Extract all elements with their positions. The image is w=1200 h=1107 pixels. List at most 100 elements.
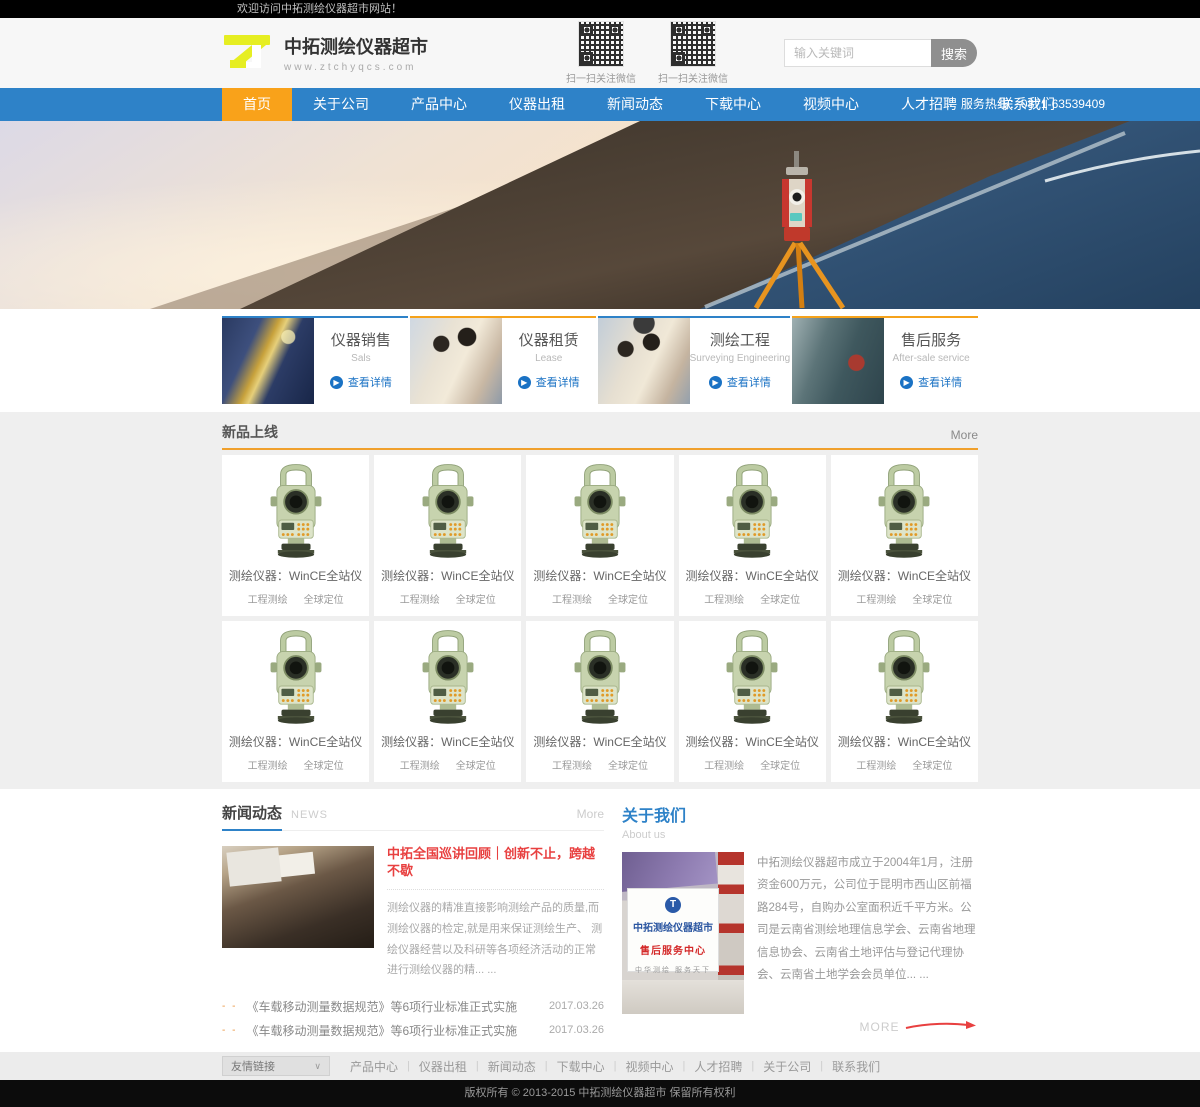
total-station-image	[708, 547, 796, 564]
product-card[interactable]: 测绘仪器：WinCE全站仪 工程测绘 全球定位	[222, 455, 369, 616]
product-title: 测绘仪器：WinCE全站仪	[222, 567, 369, 584]
news-list-item[interactable]: - - 《车载移动测量数据规范》等6项行业标准正式实施 2017.03.26	[222, 994, 604, 1018]
product-title: 测绘仪器：WinCE全站仪	[374, 567, 521, 584]
product-card[interactable]: 测绘仪器：WinCE全站仪 工程测绘 全球定位	[679, 621, 826, 782]
product-card[interactable]: 测绘仪器：WinCE全站仪 工程测绘 全球定位	[679, 455, 826, 616]
top-welcome-bar: 欢迎访问中拓测绘仪器超市网站！	[0, 0, 1200, 18]
link-separator: |	[407, 1060, 410, 1072]
search-input[interactable]	[784, 39, 932, 67]
total-station-image	[708, 713, 796, 730]
nav-item-5[interactable]: 新闻动态	[586, 88, 684, 121]
nav-item-6[interactable]: 下载中心	[684, 88, 782, 121]
featured-article[interactable]: 中拓全国巡讲回顾｜创新不止，跨越不歇 测绘仪器的精准直接影响测绘产品的质量,而测…	[222, 846, 604, 981]
service-photo	[222, 318, 314, 404]
link-separator: |	[820, 1060, 823, 1072]
link-separator: |	[614, 1060, 617, 1072]
product-tag: 全球定位	[456, 757, 496, 772]
footer-link-1[interactable]: 产品中心	[350, 1058, 398, 1075]
product-title: 测绘仪器：WinCE全站仪	[831, 567, 978, 584]
service-card[interactable]: 测绘工程 Surveying Engineering ▶ 查看详情	[598, 316, 791, 404]
product-title: 测绘仪器：WinCE全站仪	[526, 567, 673, 584]
qr-code-icon	[670, 21, 716, 67]
hero-banner-image	[0, 121, 1200, 309]
store-sign-line3: 中华测绘 服务天下	[628, 965, 718, 975]
product-card[interactable]: 测绘仪器：WinCE全站仪 工程测绘 全球定位	[374, 455, 521, 616]
product-title: 测绘仪器：WinCE全站仪	[374, 733, 521, 750]
qr-area: 扫一扫关注微信 扫一扫关注微信	[566, 21, 728, 85]
service-title: 仪器租赁	[502, 329, 596, 350]
news-list-item[interactable]: - - 《车载移动测量数据规范》等6项行业标准正式实施 2017.03.26	[222, 1018, 604, 1042]
footer-link-6[interactable]: 人才招聘	[694, 1058, 742, 1075]
nav-item-7[interactable]: 视频中心	[782, 88, 880, 121]
about-more-link[interactable]: MORE	[622, 1018, 978, 1036]
wechat-qr-1: 扫一扫关注微信	[566, 21, 636, 85]
service-card[interactable]: 售后服务 After-sale service ▶ 查看详情	[792, 316, 978, 404]
play-circle-icon: ▶	[709, 376, 722, 389]
news-item-text: 《车载移动测量数据规范》等6项行业标准正式实施	[246, 998, 517, 1015]
news-title: 新闻动态	[222, 802, 282, 823]
friend-links-label: 友情链接	[231, 1058, 275, 1074]
service-card[interactable]: 仪器租赁 Lease ▶ 查看详情	[410, 316, 596, 404]
service-detail-link[interactable]: ▶ 查看详情	[314, 374, 408, 390]
service-detail-link[interactable]: ▶ 查看详情	[502, 374, 596, 390]
product-title: 测绘仪器：WinCE全站仪	[526, 733, 673, 750]
products-more-link[interactable]: More	[951, 428, 978, 442]
nav-item-4[interactable]: 仪器出租	[488, 88, 586, 121]
service-photo	[792, 318, 884, 404]
service-photo	[598, 318, 690, 404]
service-card[interactable]: 仪器销售 Sals ▶ 查看详情	[222, 316, 408, 404]
product-tag: 全球定位	[456, 591, 496, 606]
product-card[interactable]: 测绘仪器：WinCE全站仪 工程测绘 全球定位	[374, 621, 521, 782]
total-station-image	[404, 713, 492, 730]
service-subtitle: Surveying Engineering	[690, 353, 791, 364]
footer-link-7[interactable]: 关于公司	[763, 1058, 811, 1075]
site-logo[interactable]: 中拓测绘仪器超市 www.ztchyqcs.com	[222, 30, 428, 77]
product-tag: 全球定位	[304, 757, 344, 772]
product-title: 测绘仪器：WinCE全站仪	[679, 733, 826, 750]
footer-link-4[interactable]: 下载中心	[557, 1058, 605, 1075]
copyright-text: 版权所有 © 2013-2015 中拓测绘仪器超市 保留所有权利	[465, 1087, 736, 1099]
link-separator: |	[476, 1060, 479, 1072]
footer-link-5[interactable]: 视频中心	[626, 1058, 674, 1075]
nav-item-2[interactable]: 关于公司	[292, 88, 390, 121]
service-detail-link[interactable]: ▶ 查看详情	[690, 374, 791, 390]
store-sign-line2: 售后服务中心	[628, 942, 718, 957]
product-tag: 全球定位	[304, 591, 344, 606]
link-separator: |	[683, 1060, 686, 1072]
dash-bullet-icon: - -	[222, 1001, 237, 1012]
product-tag: 全球定位	[608, 757, 648, 772]
service-title: 仪器销售	[314, 329, 408, 350]
company-url: www.ztchyqcs.com	[284, 62, 428, 73]
products-title: 新品上线	[222, 422, 278, 442]
footer-link-2[interactable]: 仪器出租	[419, 1058, 467, 1075]
product-tag: 工程测绘	[400, 757, 440, 772]
product-tag: 工程测绘	[856, 591, 896, 606]
link-separator: |	[545, 1060, 548, 1072]
service-detail-link[interactable]: ▶ 查看详情	[884, 374, 978, 390]
service-photo	[410, 318, 502, 404]
new-products-section: 新品上线 More	[0, 412, 1200, 789]
news-header: 新闻动态 NEWS More	[222, 802, 604, 831]
friend-links-dropdown[interactable]: 友情链接 ∨	[222, 1056, 330, 1076]
service-hotline: 服务热线：0871-63539409	[961, 88, 1105, 121]
news-more-link[interactable]: More	[577, 807, 604, 821]
product-tag: 全球定位	[760, 757, 800, 772]
product-card[interactable]: 测绘仪器：WinCE全站仪 工程测绘 全球定位	[831, 621, 978, 782]
product-card[interactable]: 测绘仪器：WinCE全站仪 工程测绘 全球定位	[526, 455, 673, 616]
footer-link-3[interactable]: 新闻动态	[488, 1058, 536, 1075]
news-item-date: 2017.03.26	[549, 1000, 604, 1012]
chevron-down-icon: ∨	[314, 1061, 321, 1072]
news-about-section: 新闻动态 NEWS More 中拓全国巡讲回顾｜创新不止，跨越不歇 测绘仪器的精…	[0, 789, 1200, 1052]
search-button[interactable]: 搜索	[931, 39, 977, 67]
copyright-bar: 版权所有 © 2013-2015 中拓测绘仪器超市 保留所有权利	[0, 1080, 1200, 1107]
product-card[interactable]: 测绘仪器：WinCE全站仪 工程测绘 全球定位	[222, 621, 369, 782]
service-link-label: 查看详情	[348, 374, 392, 390]
nav-item-1[interactable]: 首页	[222, 88, 292, 121]
nav-item-3[interactable]: 产品中心	[390, 88, 488, 121]
product-card[interactable]: 测绘仪器：WinCE全站仪 工程测绘 全球定位	[526, 621, 673, 782]
product-tag: 工程测绘	[248, 757, 288, 772]
service-subtitle: Sals	[314, 353, 408, 364]
footer-link-8[interactable]: 联系我们	[832, 1058, 880, 1075]
product-tag: 全球定位	[608, 591, 648, 606]
product-card[interactable]: 测绘仪器：WinCE全站仪 工程测绘 全球定位	[831, 455, 978, 616]
